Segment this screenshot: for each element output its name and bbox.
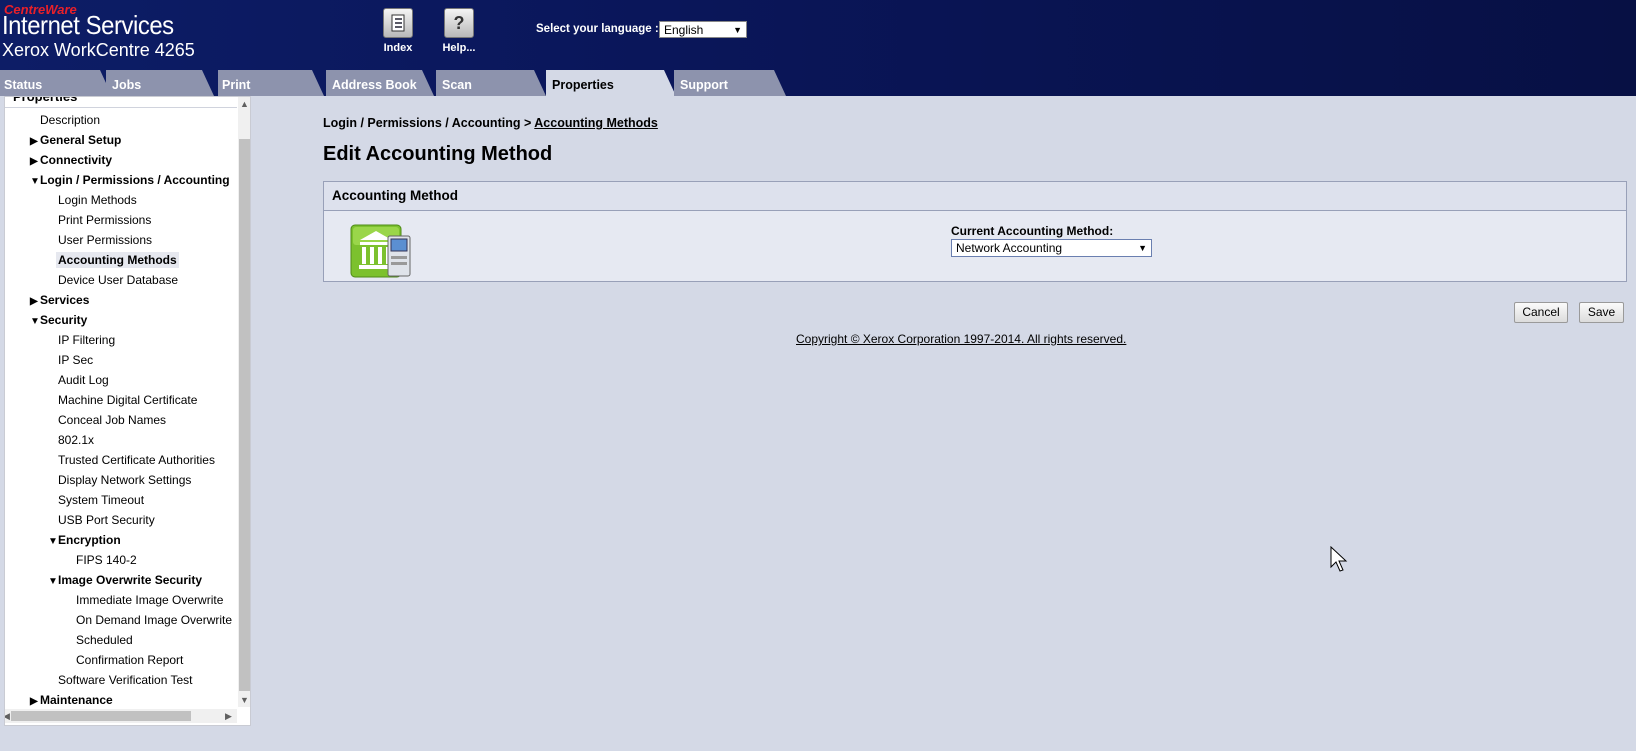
sidebar-item-encryption[interactable]: ▼Encryption [48,533,121,547]
sidebar-item-trusted-certificate-authorities[interactable]: Trusted Certificate Authorities [58,453,215,467]
panel-title: Accounting Method [324,182,1626,211]
help-label: Help... [442,42,476,54]
sidebar-item-login-methods[interactable]: Login Methods [58,193,137,207]
sidebar-item-usb-port-security[interactable]: USB Port Security [58,513,155,527]
expand-icon: ▶ [30,156,38,167]
sidebar-item-maintenance[interactable]: ▶ Maintenance [30,693,113,707]
help-button[interactable]: ? Help... [431,8,487,54]
sidebar-item-image-overwrite-security[interactable]: ▼Image Overwrite Security [48,573,202,587]
sidebar-item-immediate-image-overwrite[interactable]: Immediate Image Overwrite [76,593,223,607]
sidebar-item-machine-digital-certificate[interactable]: Machine Digital Certificate [58,393,197,407]
sidebar-item-description[interactable]: Description [40,113,100,127]
scroll-down-icon[interactable]: ▼ [240,695,249,705]
vertical-scrollbar[interactable]: ▲ ▼ [238,97,250,707]
divider [5,107,237,108]
sidebar-item-security[interactable]: ▼Security [30,313,87,327]
page-title: Edit Accounting Method [323,143,553,165]
copyright-link[interactable]: Copyright © Xerox Corporation 1997-2014.… [796,332,1126,346]
sidebar-item-login-permissions-accounting[interactable]: ▼Login / Permissions / Accounting [30,173,230,187]
sidebar-item-software-verification-test[interactable]: Software Verification Test [58,673,193,687]
sidebar-item-general-setup[interactable]: ▶ General Setup [30,133,121,147]
sidebar-item-confirmation-report[interactable]: Confirmation Report [76,653,183,667]
sidebar-item-system-timeout[interactable]: System Timeout [58,493,144,507]
sidebar-item-ip-filtering[interactable]: IP Filtering [58,333,115,347]
sidebar-item-conceal-job-names[interactable]: Conceal Job Names [58,413,166,427]
expand-icon: ▶ [30,136,38,147]
dropdown-arrow-icon: ▼ [1138,243,1147,253]
sidebar-item-audit-log[interactable]: Audit Log [58,373,109,387]
save-button[interactable]: Save [1579,302,1624,323]
sidebar-item-user-permissions[interactable]: User Permissions [58,233,152,247]
help-icon: ? [444,8,474,38]
sidebar-item-connectivity[interactable]: ▶ Connectivity [30,153,112,167]
sidebar: Properties Description ▶ General Setup ▶ C… [4,96,251,726]
breadcrumb-link[interactable]: Accounting Methods [534,116,658,130]
horizontal-scrollbar[interactable]: ◀ ▶ [5,709,237,723]
tab-properties[interactable]: Properties [546,70,676,96]
accounting-method-select[interactable]: Network Accounting ▼ [951,239,1152,257]
sidebar-item-ip-sec[interactable]: IP Sec [58,353,93,367]
scroll-left-icon[interactable]: ◀ [5,711,10,722]
tab-print[interactable]: Print [218,70,324,96]
breadcrumb-prefix: Login / Permissions / Accounting > [323,116,532,130]
index-label: Index [383,42,413,54]
collapse-icon: ▼ [30,316,40,327]
sidebar-item-fips-140-2[interactable]: FIPS 140-2 [76,553,137,567]
current-accounting-method-label: Current Accounting Method: [951,224,1114,238]
accounting-method-panel: Accounting Method Current Accounting Met… [323,181,1627,282]
cancel-button[interactable]: Cancel [1514,302,1568,323]
tab-support[interactable]: Support [674,70,786,96]
language-select[interactable]: English ▼ [659,21,747,38]
sidebar-item-display-network-settings[interactable]: Display Network Settings [58,473,191,487]
sidebar-item-on-demand-image-overwrite[interactable]: On Demand Image Overwrite [76,613,232,627]
language-label: Select your language : [536,23,659,35]
scrollbar-thumb[interactable] [239,139,250,691]
sidebar-title: Properties [13,96,78,104]
scroll-up-icon[interactable]: ▲ [240,99,249,109]
language-value: English [664,23,704,37]
mouse-cursor-icon [1330,546,1348,572]
index-button[interactable]: Index [370,8,426,54]
collapse-icon: ▼ [48,576,58,587]
tab-status[interactable]: Status [0,70,112,96]
device-model: Xerox WorkCentre 4265 [2,40,195,60]
tab-address-book[interactable]: Address Book [326,70,434,96]
collapse-icon: ▼ [48,536,58,547]
sidebar-item-device-user-database[interactable]: Device User Database [58,273,178,287]
collapse-icon: ▼ [30,176,40,187]
scroll-right-icon[interactable]: ▶ [225,711,232,722]
tab-jobs[interactable]: Jobs [106,70,214,96]
scrollbar-thumb[interactable] [11,711,191,721]
header-banner: CentreWare Internet Services Xerox WorkC… [0,0,1636,96]
breadcrumb: Login / Permissions / Accounting > Accou… [323,116,658,130]
dropdown-arrow-icon: ▼ [733,25,742,35]
sidebar-item-print-permissions[interactable]: Print Permissions [58,213,151,227]
accounting-method-value: Network Accounting [956,241,1063,255]
index-icon [383,8,413,38]
sidebar-item-802-1x[interactable]: 802.1x [58,433,94,447]
sidebar-item-accounting-methods[interactable]: Accounting Methods [56,252,179,268]
accounting-kiosk-icon [350,224,411,278]
expand-icon: ▶ [30,296,38,307]
tab-scan[interactable]: Scan [436,70,546,96]
expand-icon: ▶ [30,696,38,707]
sidebar-item-scheduled[interactable]: Scheduled [76,633,133,647]
sidebar-item-services[interactable]: ▶ Services [30,293,89,307]
brand-title: Internet Services [2,10,174,40]
